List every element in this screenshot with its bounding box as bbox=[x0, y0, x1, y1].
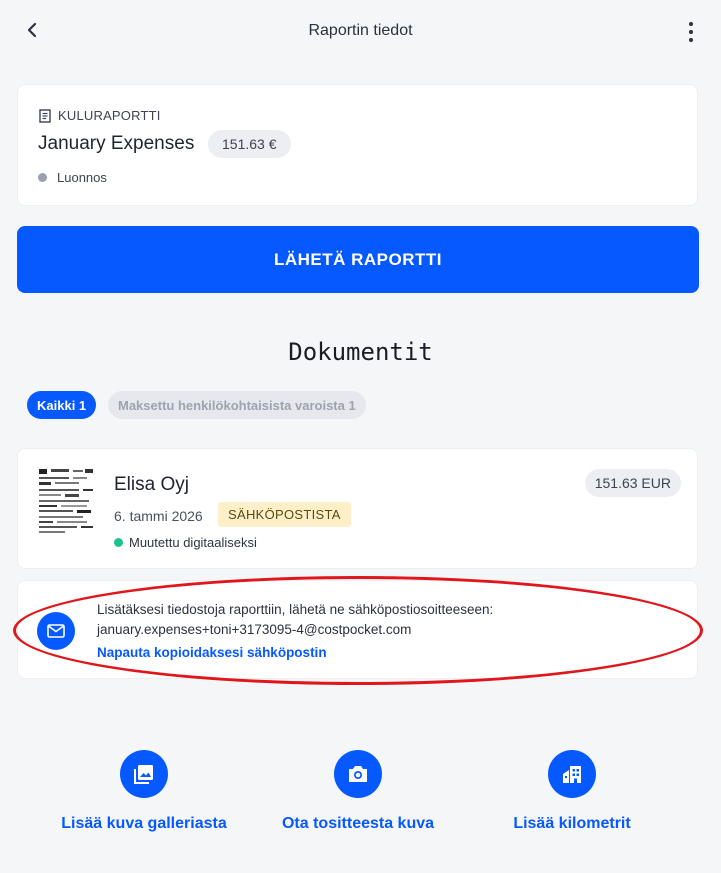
document-list-item[interactable]: Elisa Oyj 151.63 EUR 6. tammi 2026 SÄHKÖ… bbox=[17, 448, 698, 569]
status-dot-icon bbox=[38, 173, 47, 182]
page-title: Raportin tiedot bbox=[308, 22, 413, 39]
send-report-button[interactable]: LÄHETÄ RAPORTTI bbox=[17, 226, 699, 293]
filter-chip-all[interactable]: Kaikki 1 bbox=[27, 391, 97, 419]
document-status: Muutettu digitaaliseksi bbox=[114, 535, 257, 550]
document-status-label: Muutettu digitaaliseksi bbox=[129, 535, 257, 550]
receipt-icon bbox=[39, 108, 51, 123]
report-type: KULURAPORTTI bbox=[38, 108, 161, 123]
add-from-gallery-button[interactable]: Lisää kuva galleriasta bbox=[44, 750, 244, 833]
report-name: January Expenses bbox=[38, 133, 195, 154]
filter-chip-paid-personal[interactable]: Maksettu henkilökohtaisista varoista 1 bbox=[108, 391, 366, 419]
camera-icon bbox=[334, 750, 382, 798]
take-photo-button[interactable]: Ota tositteesta kuva bbox=[258, 750, 458, 833]
more-vertical-icon bbox=[689, 22, 693, 26]
documents-title: Dokumentit bbox=[288, 338, 433, 366]
report-amount-badge: 151.63 € bbox=[208, 130, 291, 158]
top-bar: Raportin tiedot bbox=[0, 0, 721, 64]
document-thumbnail bbox=[37, 467, 99, 535]
report-summary-card: KULURAPORTTI January Expenses 151.63 € L… bbox=[17, 84, 698, 206]
document-amount-badge: 151.63 EUR bbox=[584, 469, 681, 497]
add-kilometers-button[interactable]: Lisää kilometrit bbox=[472, 750, 672, 833]
take-photo-label: Ota tositteesta kuva bbox=[281, 815, 435, 832]
copy-email-link[interactable]: Napauta kopioidaksesi sähköpostin bbox=[97, 645, 327, 660]
document-vendor: Elisa Oyj bbox=[114, 474, 189, 495]
add-kilometers-label: Lisää kilometrit bbox=[513, 815, 631, 832]
email-address: january.expenses+toni+3173095-4@costpock… bbox=[97, 622, 412, 637]
document-source-badge: SÄHKÖPOSTISTA bbox=[218, 502, 351, 527]
report-status: Luonnos bbox=[38, 170, 107, 185]
more-options-button[interactable] bbox=[685, 20, 697, 44]
gallery-icon bbox=[120, 750, 168, 798]
add-from-gallery-label: Lisää kuva galleriasta bbox=[61, 815, 227, 832]
document-date: 6. tammi 2026 bbox=[114, 508, 203, 524]
mail-icon bbox=[37, 612, 75, 650]
email-instructions: Lisätäksesi tiedostoja raporttiin, lähet… bbox=[97, 602, 494, 617]
status-dot-icon bbox=[114, 538, 123, 547]
email-upload-info-card: Lisätäksesi tiedostoja raporttiin, lähet… bbox=[17, 580, 698, 679]
building-icon bbox=[548, 750, 596, 798]
report-type-label: KULURAPORTTI bbox=[58, 108, 161, 123]
report-status-label: Luonnos bbox=[57, 170, 107, 185]
